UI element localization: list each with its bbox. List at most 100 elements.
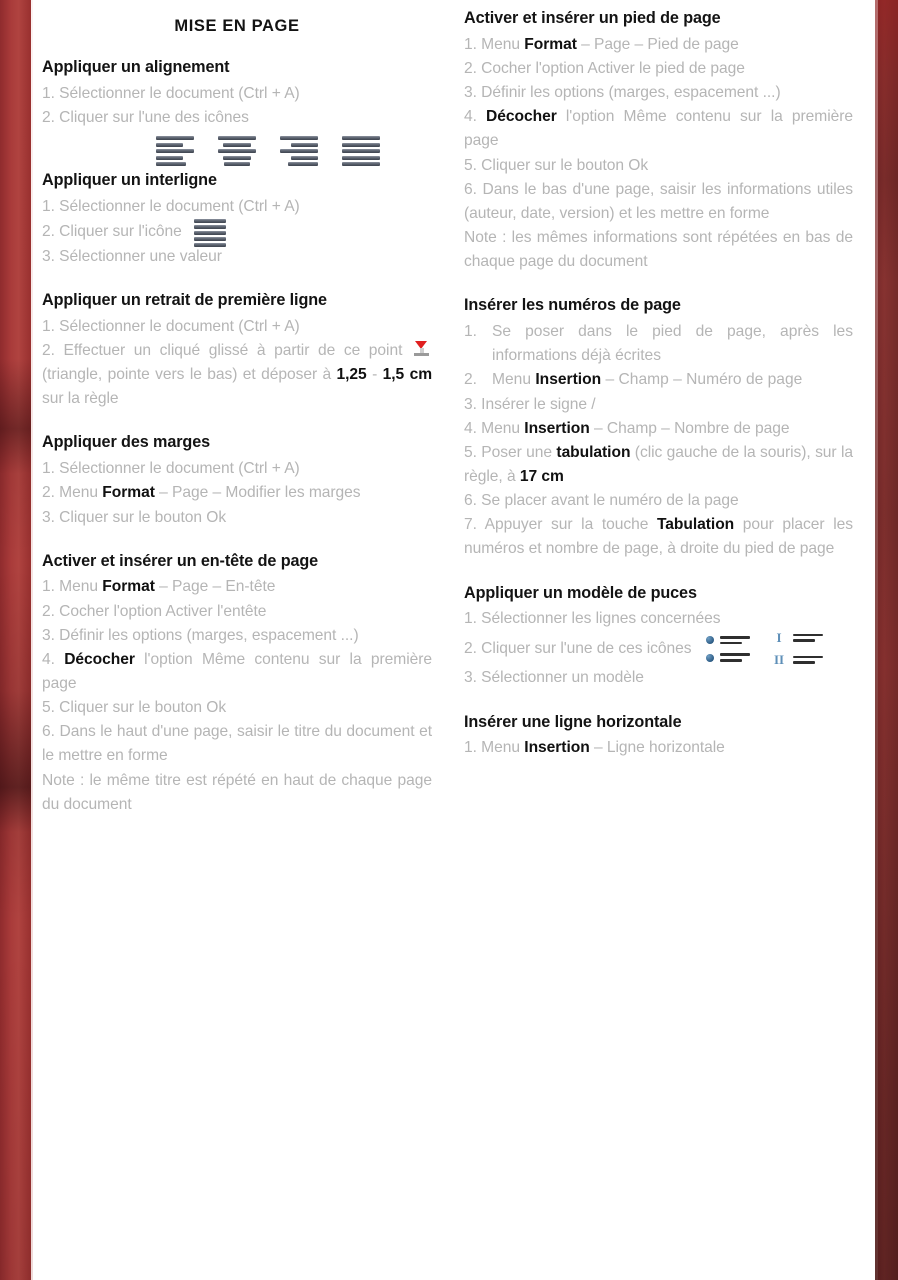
menu-format-label: Format — [524, 35, 577, 53]
list-number: 1. — [464, 323, 478, 341]
list-item: 2. Menu Insertion – Champ – Numéro de pag… — [464, 368, 853, 392]
step-text: 2. Cliquer sur l'icône — [42, 222, 182, 240]
bullet-dot-icon — [705, 653, 714, 662]
align-right-icon[interactable] — [280, 136, 318, 167]
section-heading-puces: Appliquer un modèle de puces — [464, 583, 697, 602]
numbered-list-icon[interactable]: I II — [772, 631, 823, 666]
step-text-pied-1: 1. Menu Format – Page – Pied de page — [464, 33, 853, 57]
align-left-icon[interactable] — [156, 136, 194, 167]
step-text-entete-1: 1. Menu Format – Page – En-tête — [42, 575, 432, 599]
left-column: MISE EN PAGE Appliquer un alignement 1. … — [31, 0, 453, 1280]
step-text: 2. Cocher l'option Activer l'entête — [42, 602, 267, 620]
step-text-pied-4: 4. Décocher l'option Même contenu sur la… — [464, 105, 853, 153]
step-text: 1. Sélectionner le document (Ctrl + A) — [42, 460, 300, 478]
step-text: 6. Dans le bas d'une page, saisir les in… — [464, 180, 853, 222]
numbered-line: I — [772, 631, 823, 644]
step-text-num-4: 4. Menu Insertion – Champ – Nombre de pa… — [464, 417, 853, 441]
decocher-label: Décocher — [486, 108, 557, 126]
step-text-part: – Champ – Numéro de page — [601, 371, 803, 389]
align-center-icon[interactable] — [218, 136, 256, 167]
step-text: 1. Sélectionner le document (Ctrl + A) — [42, 84, 300, 102]
section-heading-numeros-de-page: Insérer les numéros de page — [464, 296, 681, 315]
step-text-part: 7. Appuyer sur la touche — [464, 516, 657, 534]
step-text-part: – Page – En-tête — [154, 578, 276, 596]
step-text-part: – Champ – Nombre de page — [589, 419, 790, 437]
value-17-cm: 17 cm — [519, 467, 564, 485]
step-text-part: – Page – Modifier les marges — [154, 484, 361, 502]
step-text: 2. Cliquer sur l'une de ces icônes — [464, 639, 692, 657]
background-left-band — [0, 0, 31, 1280]
step-text: 1. Sélectionner le document (Ctrl + A) — [42, 317, 300, 335]
section-heading-alignement: Appliquer un alignement — [42, 58, 230, 76]
step-text-part: 4. Menu — [464, 419, 525, 437]
text-bars — [719, 653, 750, 662]
step-text-part: (triangle, pointe vers le bas) et dépose… — [42, 366, 337, 384]
list-number: 2. — [464, 371, 478, 389]
step-text-num-5: 5. Poser une tabulation (clic gauche de … — [464, 441, 853, 489]
content-sheet: MISE EN PAGE Appliquer un alignement 1. … — [31, 0, 875, 1280]
tabulation-key-label: Tabulation — [656, 516, 735, 534]
step-text: 5. Cliquer sur le bouton Ok — [464, 156, 649, 174]
step-text-part: 5. Poser une — [464, 443, 557, 461]
decocher-label: Décocher — [64, 650, 135, 668]
section-heading-pied-de-page: Activer et insérer un pied de page — [464, 9, 721, 27]
step-text-num-7: 7. Appuyer sur la touche Tabulation pour… — [464, 513, 853, 561]
note-text: Note : le même titre est répété en haut … — [42, 771, 432, 813]
step-text-part: – Page – Pied de page — [576, 35, 739, 53]
text-bars — [719, 636, 750, 645]
step-text-marges: 2. Menu Format – Page – Modifier les mar… — [42, 481, 432, 505]
page-title: MISE EN PAGE — [174, 17, 300, 35]
line-spacing-step-row: 2. Cliquer sur l'icône — [42, 218, 432, 247]
note-text: Note : les mêmes informations sont répét… — [464, 228, 853, 271]
list-item-text: Se poser dans le pied de page, après les… — [492, 323, 853, 365]
step-text: 3. Sélectionner une valeur — [42, 247, 222, 265]
bullet-line — [705, 636, 750, 645]
text-bars — [792, 655, 823, 665]
value-1-5-cm: 1,5 cm — [382, 366, 433, 384]
step-text: 5. Cliquer sur le bouton Ok — [42, 699, 227, 717]
separator: - — [366, 366, 383, 384]
step-text-part: 4. — [42, 650, 65, 668]
step-text: 2. Cliquer sur l'une des icônes — [42, 108, 249, 126]
step-text-part: 1. Menu — [464, 35, 525, 53]
background-right-band — [875, 0, 898, 1280]
step-text: 3. Sélectionner un modèle — [464, 669, 644, 687]
list-item: 1. Se poser dans le pied de page, après l… — [464, 320, 853, 368]
step-text: 1. Sélectionner les lignes concernées — [464, 610, 721, 628]
alignment-icons-row — [42, 130, 432, 170]
numbered-line: II — [772, 653, 823, 666]
step-text-entete-4: 4. Décocher l'option Même contenu sur la… — [42, 648, 432, 696]
step-text-part: 1. Menu — [464, 739, 525, 757]
step-text-part: sur la règle — [42, 390, 119, 408]
step-text-part: 2. Menu — [42, 484, 103, 502]
step-text: 3. Définir les options (marges, espaceme… — [464, 84, 781, 102]
menu-insertion-label: Insertion — [524, 419, 590, 437]
line-spacing-icon[interactable] — [193, 218, 226, 247]
step-text: 3. Insérer le signe / — [464, 395, 596, 413]
first-line-indent-marker-icon — [413, 340, 430, 358]
step-text: 1. Sélectionner le document (Ctrl + A) — [42, 197, 300, 215]
two-column-layout: MISE EN PAGE Appliquer un alignement 1. … — [31, 0, 875, 1280]
step-text: 2. Cocher l'option Activer le pied de pa… — [464, 59, 745, 77]
step-text-part: 1. Menu — [42, 578, 103, 596]
step-text-retrait: 2. Effectuer un cliqué glissé à partir d… — [42, 339, 432, 411]
roman-numeral-2: II — [773, 652, 785, 668]
step-text-part: 2. Effectuer un cliqué glissé à partir d… — [42, 341, 403, 359]
menu-insertion-label: Insertion — [524, 739, 590, 757]
align-justify-icon[interactable] — [342, 136, 380, 167]
section-heading-entete: Activer et insérer un en-tête de page — [42, 551, 319, 570]
step-text: 3. Cliquer sur le bouton Ok — [42, 508, 227, 526]
section-heading-marges: Appliquer des marges — [42, 433, 211, 452]
section-heading-retrait: Appliquer un retrait de première ligne — [42, 291, 327, 310]
text-bars — [792, 633, 823, 643]
step-text-part: Menu — [492, 371, 536, 389]
step-text-ligne-1: 1. Menu Insertion – Ligne horizontale — [464, 736, 853, 760]
bullet-list-icon[interactable] — [705, 636, 750, 662]
